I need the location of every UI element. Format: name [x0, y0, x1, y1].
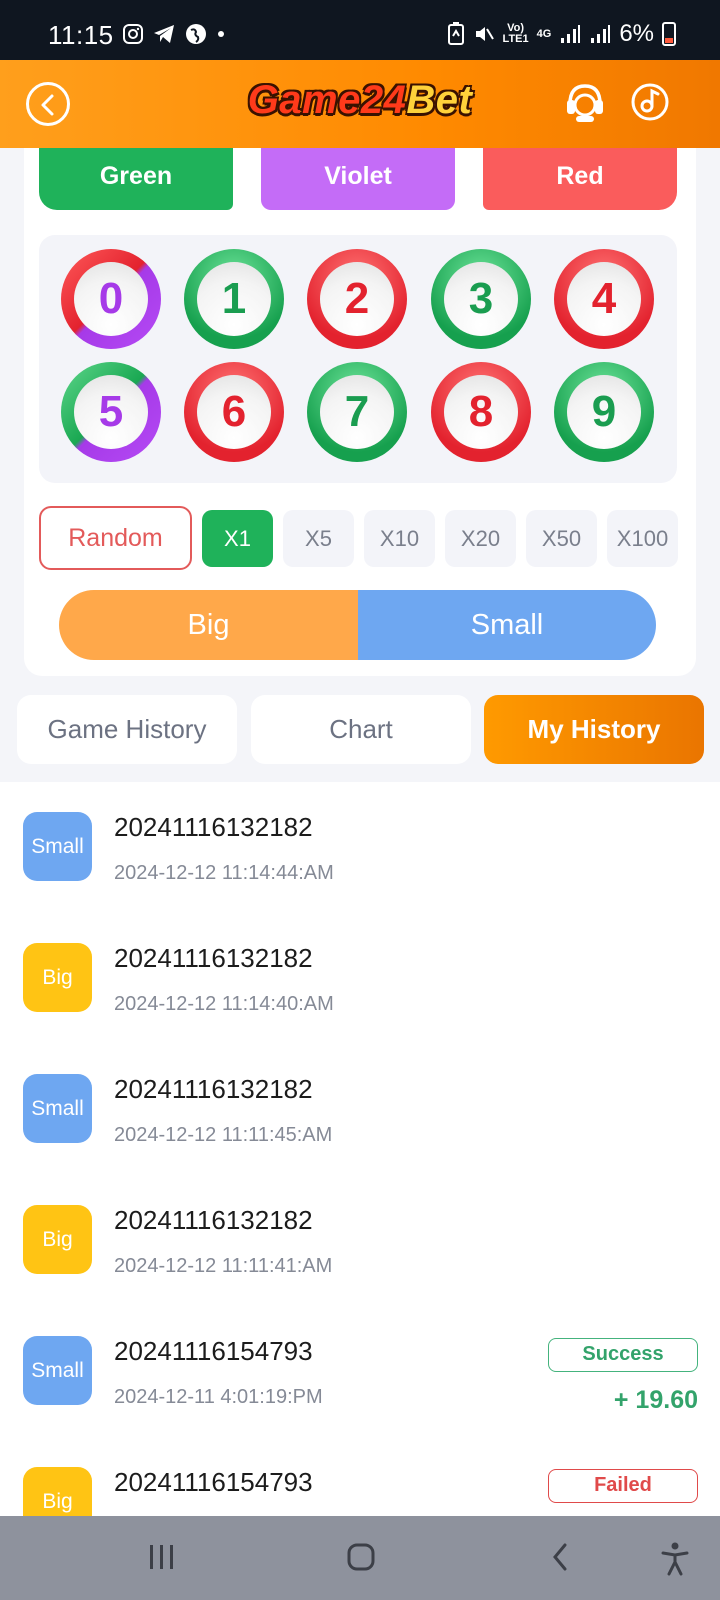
bet-date: 2024-12-12 11:11:45:AM [114, 1124, 333, 1146]
signal-icon [561, 25, 581, 43]
bet-date: 2024-12-11 4:01:19:PM [114, 1386, 323, 1408]
list-item[interactable]: Big 20241116132182 2024-12-12 11:11:41:A… [0, 1175, 720, 1306]
list-item[interactable]: Small 20241116132182 2024-12-12 11:11:45… [0, 1044, 720, 1175]
dot-icon [218, 31, 224, 37]
bet-type-badge: Small [23, 1074, 92, 1143]
recent-apps-icon [150, 1545, 173, 1569]
multiplier-x1[interactable]: X1 [202, 510, 273, 567]
multiplier-x5[interactable]: X5 [283, 510, 354, 567]
violet-button[interactable]: Violet [261, 148, 455, 210]
multiplier-x50[interactable]: X50 [526, 510, 597, 567]
customer-support-icon[interactable] [562, 80, 608, 126]
battery-icon [662, 22, 676, 46]
status-time: 11:15 [48, 20, 114, 50]
list-item[interactable]: Small 20241116154793 2024-12-11 4:01:19:… [0, 1306, 720, 1437]
ball-8[interactable]: 8 [431, 362, 531, 462]
bet-type-badge: Small [23, 812, 92, 881]
notification-icons [122, 22, 226, 46]
win-amount: + 19.60 [613, 1386, 698, 1414]
ball-4[interactable]: 4 [554, 249, 654, 349]
status-badge: Failed [548, 1469, 698, 1503]
system-indicators: Vo) LTE1 4G 6% [447, 20, 676, 48]
system-nav-bar [0, 1516, 720, 1600]
ball-6[interactable]: 6 [184, 362, 284, 462]
bet-type-badge: Big [23, 943, 92, 1012]
volte-indicator: Vo) LTE1 [502, 22, 529, 45]
instagram-icon [123, 24, 143, 44]
ball-5[interactable]: 5 [61, 362, 161, 462]
telegram-icon [154, 25, 174, 43]
accessibility-icon [661, 1542, 689, 1576]
battery-saver-icon [447, 22, 464, 45]
home-icon [347, 1543, 375, 1571]
green-button[interactable]: Green [39, 148, 233, 210]
home-button[interactable] [346, 1542, 376, 1577]
list-item[interactable]: Big 20241116132182 2024-12-12 11:14:40:A… [0, 913, 720, 1044]
number-balls-panel: 0 1 2 3 4 5 6 7 8 9 [39, 235, 677, 483]
accessibility-button[interactable] [660, 1542, 690, 1581]
ball-1[interactable]: 1 [184, 249, 284, 349]
my-history-list[interactable]: Small 20241116132182 2024-12-12 11:14:44… [0, 782, 720, 1516]
ball-2[interactable]: 2 [307, 249, 407, 349]
app-logo: Game24Bet [0, 78, 720, 123]
ball-7[interactable]: 7 [307, 362, 407, 462]
period-number: 20241116132182 [114, 943, 313, 973]
small-button[interactable]: Small [358, 590, 656, 660]
status-badge: Success [548, 1338, 698, 1372]
big-small-toggle: Big Small [59, 590, 656, 660]
ball-0[interactable]: 0 [61, 249, 161, 349]
tab-my-history[interactable]: My History [484, 695, 704, 764]
multiplier-x100[interactable]: X100 [607, 510, 678, 567]
bet-type-badge: Small [23, 1336, 92, 1405]
status-bar: 11:15 Vo) LTE1 4G 6% [0, 0, 720, 60]
bet-date: 2024-12-12 11:14:44:AM [114, 862, 334, 884]
period-number: 20241116154793 [114, 1467, 313, 1497]
list-item[interactable]: Small 20241116132182 2024-12-12 11:14:44… [0, 782, 720, 913]
back-nav-button[interactable] [550, 1542, 570, 1577]
period-number: 20241116132182 [114, 812, 313, 842]
app-header: Game24Bet [0, 60, 720, 148]
bet-date: 2024-12-12 11:11:41:AM [114, 1255, 333, 1277]
list-item[interactable]: Big 20241116154793 Failed [0, 1437, 720, 1516]
period-number: 20241116132182 [114, 1205, 313, 1235]
ball-3[interactable]: 3 [431, 249, 531, 349]
big-button[interactable]: Big [59, 590, 358, 660]
mute-icon [475, 27, 494, 41]
signal-icon-2 [591, 25, 611, 43]
period-number: 20241116132182 [114, 1074, 313, 1104]
recent-apps-button[interactable] [148, 1542, 176, 1577]
random-button[interactable]: Random [39, 506, 192, 570]
bet-date: 2024-12-12 11:14:40:AM [114, 993, 334, 1015]
multiplier-x20[interactable]: X20 [445, 510, 516, 567]
network-gen-indicator: 4G [536, 27, 552, 40]
tab-chart[interactable]: Chart [251, 695, 471, 764]
globe-icon [186, 24, 206, 44]
bet-type-badge: Big [23, 1205, 92, 1274]
music-toggle-icon[interactable] [630, 82, 670, 122]
bet-type-badge: Big [23, 1467, 92, 1516]
logo-main: Game24 [247, 78, 407, 122]
ball-9[interactable]: 9 [554, 362, 654, 462]
red-button[interactable]: Red [483, 148, 677, 210]
logo-accent: Bet [406, 78, 473, 122]
period-number: 20241116154793 [114, 1336, 313, 1366]
multiplier-x10[interactable]: X10 [364, 510, 435, 567]
tab-game-history[interactable]: Game History [17, 695, 237, 764]
back-icon [553, 1543, 567, 1571]
battery-percent: 6% [619, 20, 654, 47]
